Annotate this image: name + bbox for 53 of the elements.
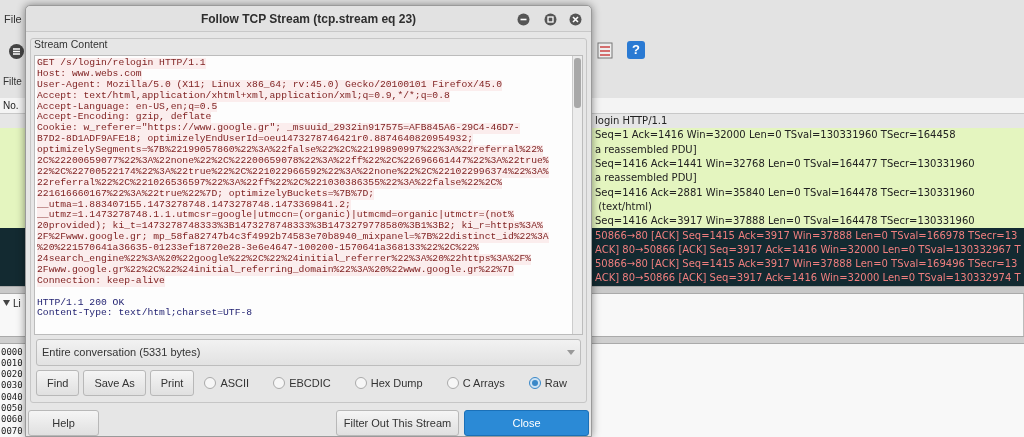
hex-offset: 0060 — [1, 414, 23, 426]
packet-row-text[interactable]: login HTTP/1.1 — [595, 115, 668, 128]
radio-label: EBCDIC — [289, 375, 331, 391]
maximize-icon[interactable] — [544, 13, 557, 26]
hex-offset: 0040 — [1, 391, 23, 404]
stream-line: Content-Type: text/html;charset=UTF-8 — [37, 308, 253, 320]
packet-row-text[interactable]: ACK] 80→50866 [ACK] Seq=3917 Ack=1416 Win=32000 Len=0 TSval=130332974 T — [595, 272, 1021, 285]
menu-item[interactable]: File — [4, 10, 22, 28]
packet-row-text[interactable]: a reassembled PDU] — [595, 172, 697, 185]
radio-button[interactable] — [446, 377, 459, 389]
packet-row-text[interactable]: 50866→80 [ACK] Seq=1415 Ack=3917 Win=37888 Len=0 TSval=166978 TSecr=13 — [595, 229, 1018, 242]
packet-row-text[interactable]: Seq=1416 Ack=3917 Win=37888 Len=0 TSval=164478 TSecr=130331960 — [595, 215, 975, 228]
radio-label: C Arrays — [462, 375, 505, 391]
toolbar-button[interactable]: Save As — [83, 370, 146, 396]
toolbar-button[interactable]: Find — [36, 370, 80, 396]
caret-icon — [567, 350, 575, 355]
radio-button[interactable] — [354, 377, 367, 389]
radio-button[interactable] — [204, 377, 217, 389]
close-button[interactable]: Close — [464, 410, 589, 436]
radio-button[interactable] — [528, 377, 541, 389]
hex-offset: 0070 — [1, 425, 23, 437]
filter-label: Filte — [3, 75, 22, 89]
conversation-dropdown[interactable]: Entire conversation (5331 bytes) — [36, 339, 581, 366]
radio-button[interactable] — [273, 377, 286, 389]
packet-row-text[interactable]: ACK] 80→50866 [ACK] Seq=3917 Ack=1416 Win=32000 Len=0 TSval=130332967 T — [595, 243, 1021, 256]
packet-row-text[interactable]: Seq=1416 Ack=2881 Win=35840 Len=0 TSval=164478 TSecr=130331960 — [595, 186, 975, 199]
filter-button[interactable]: Filter Out This Stream — [336, 410, 459, 436]
group-label: Stream Content — [34, 37, 109, 51]
radio-label: ASCII — [220, 375, 250, 391]
expand-triangle-icon[interactable] — [3, 300, 10, 307]
packet-row-text[interactable]: Seq=1416 Ack=1441 Win=32768 Len=0 TSval=164477 TSecr=130331960 — [595, 158, 975, 171]
hex-offset: 0010 — [1, 357, 23, 370]
hex-offset: 0000 — [1, 346, 23, 358]
packet-row-text[interactable]: Seq=1 Ack=1416 Win=32000 Len=0 TSval=130331960 TSecr=164458 — [595, 129, 956, 142]
stream-line: HTTP/1.1 200 OK — [37, 297, 125, 308]
document-icon[interactable] — [597, 42, 613, 59]
help-button[interactable]: Help — [28, 410, 99, 436]
scrollbar-thumb[interactable] — [574, 58, 581, 108]
radio-label: Hex Dump — [370, 375, 423, 391]
window-title: Follow TCP Stream (tcp.stream eq 23) — [200, 10, 417, 28]
toolbar-button[interactable]: Print — [149, 370, 195, 396]
column-header[interactable]: No. — [3, 98, 19, 113]
radio-label: Raw — [544, 375, 567, 391]
hex-offset: 0020 — [1, 369, 23, 381]
hex-offset: 0030 — [1, 380, 23, 392]
packet-row-text[interactable]: (text/html) — [595, 200, 652, 213]
packet-row-text[interactable]: a reassembled PDU] — [595, 143, 697, 156]
tree-item[interactable]: Li — [13, 295, 21, 311]
help-button[interactable]: ? — [627, 41, 645, 59]
list-icon[interactable] — [8, 43, 25, 60]
minimize-icon[interactable] — [517, 13, 530, 26]
hex-offset: 0050 — [1, 403, 23, 415]
close-icon[interactable] — [569, 13, 582, 26]
